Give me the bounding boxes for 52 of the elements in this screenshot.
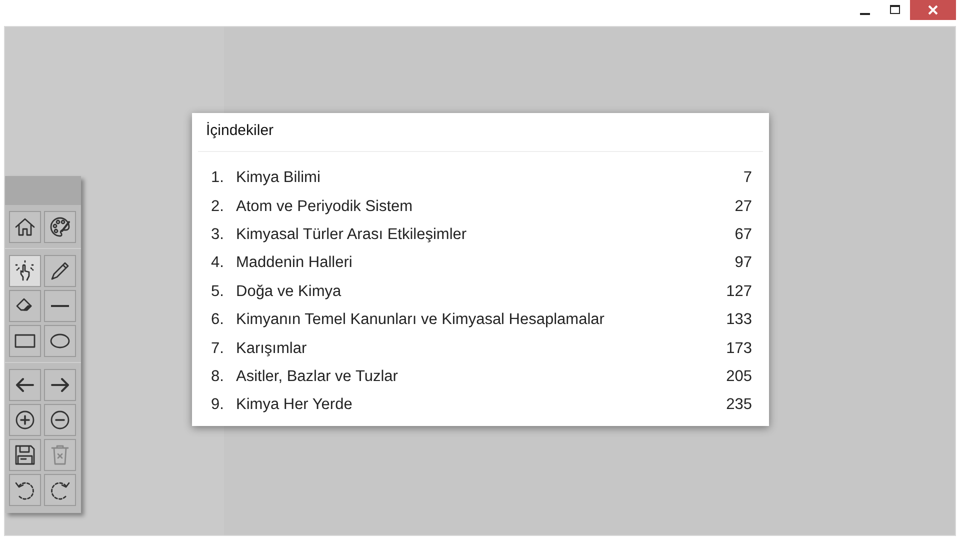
palette-icon [48, 215, 72, 239]
chapter-link[interactable]: Karışımlar [236, 340, 726, 358]
chapter-link[interactable]: Kimyanın Temel Kanunları ve Kimyasal Hesaplamalar [236, 311, 726, 330]
page-number: 127 [726, 282, 752, 301]
dialog-title: İçindekiler [198, 113, 763, 152]
page-number: 235 [726, 396, 752, 414]
eraser-tool[interactable] [9, 290, 41, 322]
page-number: 97 [734, 254, 752, 272]
page-number: 173 [726, 340, 752, 358]
chapter-number: 6. [211, 311, 225, 330]
zoom-in-icon [13, 408, 37, 432]
chapter-number: 3. [211, 226, 225, 244]
home-tool[interactable] [9, 211, 41, 243]
save-tool[interactable] [9, 439, 41, 471]
hand-tool[interactable] [9, 255, 41, 287]
chapter-link[interactable]: Doğa ve Kimya [236, 282, 726, 301]
chapter-link[interactable]: Maddenin Halleri [236, 254, 735, 272]
arrow-left-tool[interactable] [9, 369, 41, 401]
chapter-number: 4. [211, 254, 225, 272]
zoom-in-tool[interactable] [9, 404, 41, 436]
page-number: 67 [734, 226, 752, 244]
page-number: 27 [734, 198, 752, 216]
line-icon [51, 305, 69, 307]
chapter-number: 8. [211, 368, 225, 386]
line-tool[interactable] [44, 290, 76, 322]
redo-tool[interactable] [44, 474, 76, 506]
save-icon [13, 443, 37, 467]
page-number: 133 [726, 311, 752, 330]
chapter-link[interactable]: Atom ve Periyodik Sistem [236, 198, 735, 216]
zoom-out-tool[interactable] [44, 404, 76, 436]
minimize-icon [860, 12, 870, 14]
chapter-number: 9. [211, 396, 225, 414]
chapter-link[interactable]: Kimyasal Türler Arası Etkileşimler [236, 226, 735, 244]
maximize-icon [890, 5, 900, 15]
undo-tool[interactable] [9, 474, 41, 506]
palette-tool[interactable] [44, 211, 76, 243]
zoom-out-icon [48, 408, 72, 432]
chapter-number: 7. [211, 340, 225, 358]
chapter-link[interactable]: Kimya Bilimi [236, 169, 744, 188]
chapter-number: 5. [211, 282, 225, 301]
chapter-link[interactable]: Asitler, Bazlar ve Tuzlar [236, 368, 726, 386]
page-number: 7 [743, 169, 752, 188]
chapter-link[interactable]: Kimya Her Yerde [236, 396, 726, 414]
arrow-right-tool[interactable] [44, 369, 76, 401]
close-button[interactable] [910, 0, 956, 20]
close-icon [928, 5, 938, 15]
rectangle-tool[interactable] [9, 325, 41, 357]
page-number: 205 [726, 368, 752, 386]
ellipse-tool[interactable] [44, 325, 76, 357]
pen-tool[interactable] [44, 255, 76, 287]
chapter-number: 2. [211, 198, 225, 216]
chapter-number: 1. [211, 169, 225, 188]
